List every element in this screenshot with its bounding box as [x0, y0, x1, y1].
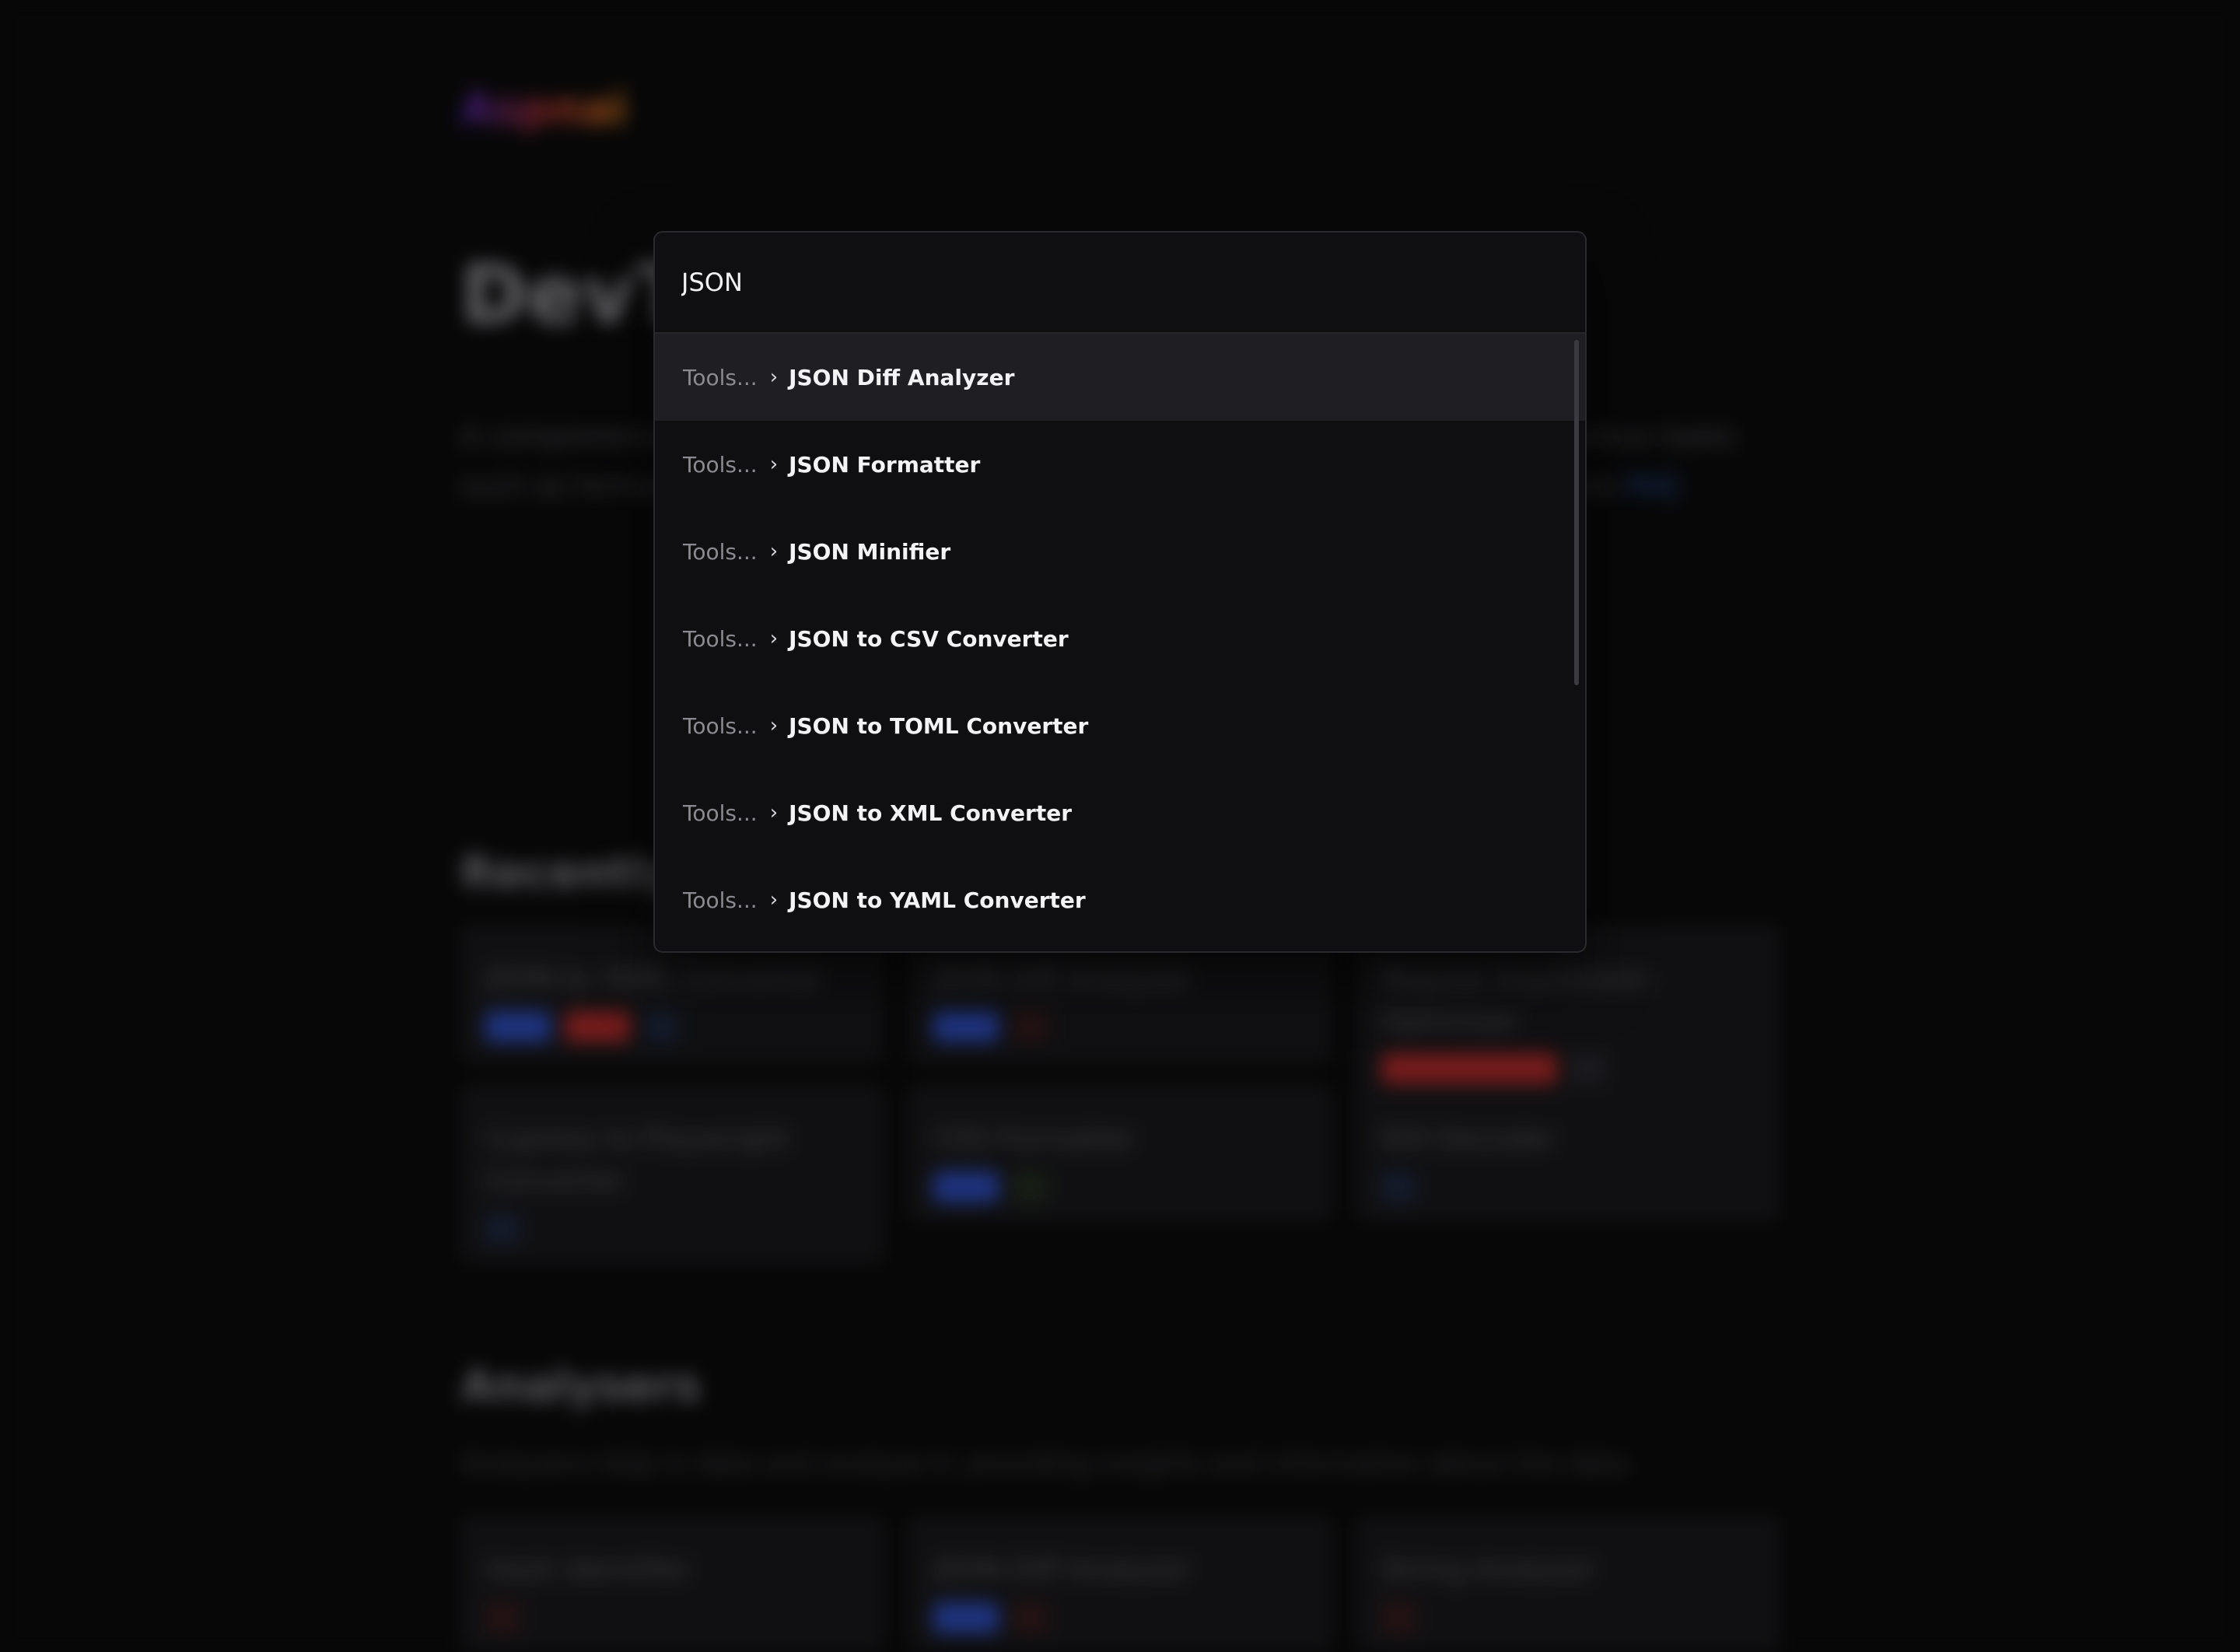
command-results-list: Tools... › JSON Diff Analyzer Tools... › JSON…	[655, 334, 1585, 951]
command-result-item[interactable]: Tools... › JSON to TOML Converter	[655, 682, 1585, 769]
chevron-right-icon: ›	[769, 627, 779, 650]
chevron-right-icon: ›	[769, 801, 779, 824]
result-breadcrumb: Tools...	[683, 451, 758, 478]
result-breadcrumb: Tools...	[683, 887, 758, 913]
command-palette: Tools... › JSON Diff Analyzer Tools... › JSON…	[653, 231, 1587, 953]
command-result-item[interactable]: Tools... › JSON to CSV Converter	[655, 595, 1585, 682]
result-breadcrumb: Tools...	[683, 625, 758, 652]
result-name: JSON Formatter	[789, 451, 981, 478]
result-name: JSON to XML Converter	[789, 800, 1073, 826]
result-name: JSON Diff Analyzer	[789, 364, 1015, 390]
command-result-item[interactable]: Tools... › JSON Diff Analyzer	[655, 334, 1585, 421]
result-breadcrumb: Tools...	[683, 800, 758, 826]
chevron-right-icon: ›	[769, 366, 779, 389]
results-scrollbar[interactable]	[1574, 340, 1579, 947]
command-search-input[interactable]	[655, 233, 1585, 334]
result-items: Tools... › JSON Diff Analyzer Tools... › JSON…	[655, 334, 1585, 943]
result-name: JSON to TOML Converter	[789, 712, 1089, 739]
chevron-right-icon: ›	[769, 540, 779, 563]
result-name: JSON Minifier	[789, 538, 951, 565]
command-result-item[interactable]: Tools... › JSON to XML Converter	[655, 769, 1585, 856]
command-result-item[interactable]: Tools... › JSON to YAML Converter	[655, 856, 1585, 943]
result-name: JSON to CSV Converter	[789, 625, 1069, 652]
chevron-right-icon: ›	[769, 714, 779, 737]
result-breadcrumb: Tools...	[683, 364, 758, 390]
chevron-right-icon: ›	[769, 453, 779, 476]
result-breadcrumb: Tools...	[683, 538, 758, 565]
result-breadcrumb: Tools...	[683, 712, 758, 739]
chevron-right-icon: ›	[769, 888, 779, 912]
command-result-item[interactable]: Tools... › JSON Formatter	[655, 421, 1585, 508]
result-name: JSON to YAML Converter	[789, 887, 1086, 913]
command-result-item[interactable]: Tools... › JSON Minifier	[655, 508, 1585, 595]
results-scrollbar-thumb[interactable]	[1574, 340, 1579, 685]
